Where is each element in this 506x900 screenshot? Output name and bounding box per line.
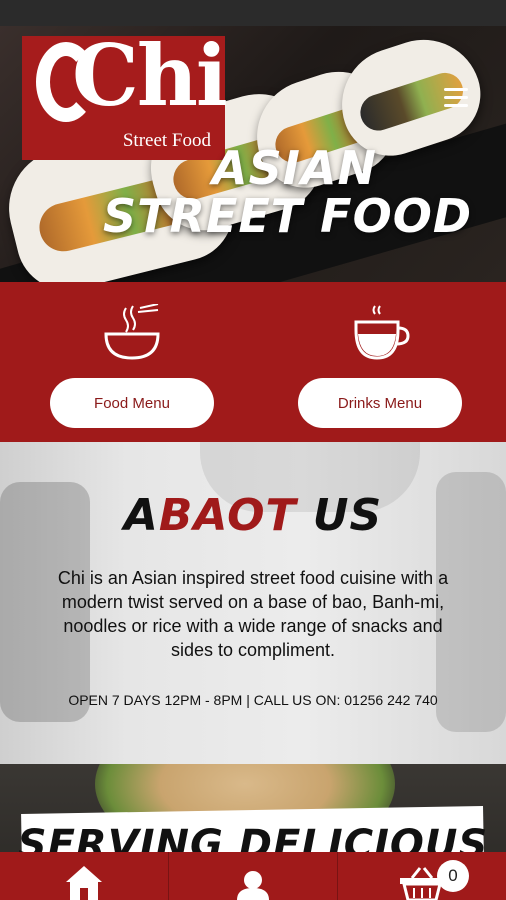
menu-links-section: Food Menu Drinks Menu <box>0 282 506 442</box>
hero-title-line2: STREET FOOD <box>103 189 472 244</box>
nav-account[interactable] <box>169 852 338 900</box>
coffee-cup-icon <box>298 300 462 362</box>
drinks-menu-button[interactable]: Drinks Menu <box>298 378 462 428</box>
brand-logo[interactable]: Chi Street Food <box>22 26 228 160</box>
home-icon <box>66 866 102 900</box>
about-description: Chi is an Asian inspired street food cui… <box>57 568 449 660</box>
about-title: ABAOT US <box>0 490 506 541</box>
bottom-navigation <box>0 852 506 900</box>
food-menu-button[interactable]: Food Menu <box>50 378 214 428</box>
cart-count-badge: 0 <box>437 860 469 892</box>
logo-wordmark: Chi <box>72 26 228 125</box>
drinks-menu-card: Drinks Menu <box>298 300 462 428</box>
status-bar <box>0 0 506 26</box>
nav-basket[interactable] <box>338 852 506 900</box>
food-menu-card: Food Menu <box>50 300 214 428</box>
user-icon <box>237 871 269 900</box>
hero-banner: Chi Street Food ASIAN STREET FOOD <box>0 26 506 282</box>
about-title-highlight: BAOT <box>158 490 297 541</box>
opening-hours-contact: OPEN 7 DAYS 12PM - 8PM | CALL US ON: 012… <box>68 692 438 708</box>
hamburger-menu-icon[interactable] <box>444 88 468 108</box>
about-title-suffix: US <box>296 490 383 541</box>
hero-title: ASIAN STREET FOOD <box>103 144 472 241</box>
nav-home[interactable] <box>0 852 169 900</box>
hero-title-line1: ASIAN <box>212 141 377 195</box>
about-section: ABAOT US Chi is an Asian inspired street… <box>0 442 506 764</box>
noodle-bowl-icon <box>50 300 214 362</box>
about-title-prefix: A <box>123 490 159 541</box>
